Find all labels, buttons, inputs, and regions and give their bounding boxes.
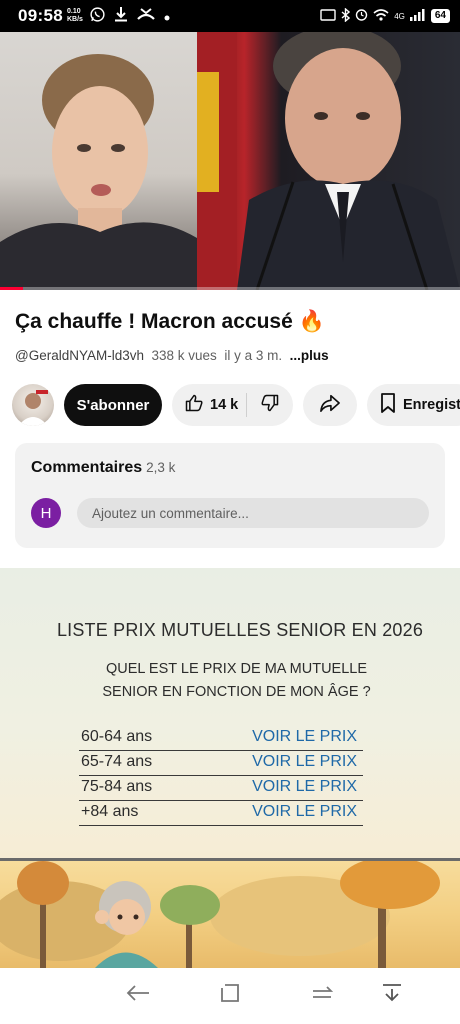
recents-icon (311, 983, 334, 1008)
see-price-link[interactable]: VOIR LE PRIX (252, 728, 357, 746)
ad-subtitle-line2: SENIOR EN FONCTION DE MON ÂGE ? (102, 684, 371, 700)
see-price-link[interactable]: VOIR LE PRIX (252, 778, 357, 796)
thumbs-up-icon (184, 393, 204, 417)
whatsapp-icon (89, 6, 106, 27)
ad-illustration (0, 857, 460, 968)
like-dislike-pill: 14 k (172, 384, 293, 426)
channel-avatar[interactable] (12, 384, 54, 426)
video-info-sheet: Ça chauffe ! Macron accusé 🔥 @GeraldNYAM… (0, 290, 460, 570)
network-speed: 0.10 KB/s (67, 8, 83, 24)
video-meta[interactable]: @GeraldNYAM-ld3vh 338 k vues il y a 3 m.… (15, 348, 329, 363)
user-avatar: H (31, 498, 61, 528)
share-button[interactable] (303, 384, 357, 426)
senior-illustration (0, 857, 440, 968)
app-screen: 09:58 0.10 KB/s 4G 64 Ça chauffe ! Macro… (0, 0, 460, 1024)
action-row: S'abonner 14 k Enregist (0, 384, 460, 426)
subscribe-button[interactable]: S'abonner (64, 384, 162, 426)
back-button[interactable] (120, 980, 156, 1010)
speaker-left-illustration (0, 54, 197, 290)
comments-panel[interactable]: Commentaires 2,3 k H Ajoutez un commentai… (15, 443, 445, 548)
home-icon (219, 982, 241, 1009)
see-price-link[interactable]: VOIR LE PRIX (252, 753, 357, 771)
comment-input[interactable]: Ajoutez un commentaire... (77, 498, 429, 528)
system-icons: 4G 64 (320, 6, 450, 25)
video-player[interactable] (0, 32, 460, 290)
age-range: 60-64 ans (81, 728, 153, 745)
ad-price-row: +84 ans VOIR LE PRIX (79, 801, 363, 826)
signal-icon (409, 8, 426, 24)
comments-count: 2,3 k (146, 460, 176, 475)
wifi-icon (373, 8, 389, 24)
video-title[interactable]: Ça chauffe ! Macron accusé 🔥 (15, 310, 325, 334)
missed-call-icon (136, 7, 156, 25)
keyboard-hide-icon (381, 982, 403, 1009)
network-speed-unit: KB/s (66, 16, 83, 23)
more-link[interactable]: ...plus (290, 348, 329, 363)
age-range: 75-84 ans (81, 778, 153, 795)
recents-button[interactable] (304, 980, 340, 1010)
cast-icon (320, 8, 336, 24)
ad-price-list: 60-64 ans VOIR LE PRIX 65-74 ans VOIR LE… (79, 726, 363, 826)
age-range: 65-74 ans (81, 753, 153, 770)
dislike-button[interactable] (247, 384, 293, 426)
keyboard-hide-button[interactable] (374, 980, 410, 1010)
status-bar: 09:58 0.10 KB/s 4G 64 (0, 0, 460, 32)
bluetooth-icon (341, 6, 351, 25)
notification-icons (89, 6, 170, 27)
upload-age: il y a 3 m. (224, 348, 283, 363)
like-count: 14 k (210, 397, 239, 413)
ad-price-row: 65-74 ans VOIR LE PRIX (79, 751, 363, 776)
dot-icon (164, 8, 170, 25)
like-button[interactable]: 14 k (172, 384, 246, 426)
age-range: +84 ans (81, 803, 139, 820)
back-icon (125, 983, 151, 1008)
comments-title: Commentaires (31, 459, 143, 476)
video-right-speaker (197, 32, 460, 290)
network-speed-value: 0.10 (66, 8, 81, 15)
ad-price-row: 75-84 ans VOIR LE PRIX (79, 776, 363, 801)
alarm-icon (355, 8, 368, 24)
video-left-speaker (0, 32, 197, 290)
channel-handle[interactable]: @GeraldNYAM-ld3vh (15, 348, 144, 363)
system-nav-bar (0, 968, 460, 1024)
network-type: 4G (394, 11, 405, 21)
home-button[interactable] (212, 980, 248, 1010)
see-price-link[interactable]: VOIR LE PRIX (252, 803, 357, 821)
ad-title: LISTE PRIX MUTUELLES SENIOR EN 2026 (56, 620, 424, 640)
view-count: 338 k vues (151, 348, 217, 363)
ad-subtitle: QUEL EST LE PRIX DE MA MUTUELLE SENIOR E… (0, 658, 460, 704)
ad-subtitle-line1: QUEL EST LE PRIX DE MA MUTUELLE (105, 661, 368, 677)
bookmark-icon (380, 393, 396, 417)
status-time: 09:58 (18, 6, 63, 25)
download-icon (114, 6, 128, 26)
ad-banner[interactable]: LISTE PRIX MUTUELLES SENIOR EN 2026 QUEL… (0, 568, 460, 968)
thumbs-down-icon (260, 393, 280, 418)
comments-heading: Commentaires 2,3 k (31, 459, 175, 477)
save-label: Enregistrer (403, 397, 460, 413)
speaker-right-illustration (197, 32, 460, 290)
ad-price-row: 60-64 ans VOIR LE PRIX (79, 726, 363, 751)
save-button[interactable]: Enregistrer (367, 384, 460, 426)
share-icon (319, 393, 341, 418)
battery-indicator: 64 (430, 9, 450, 23)
